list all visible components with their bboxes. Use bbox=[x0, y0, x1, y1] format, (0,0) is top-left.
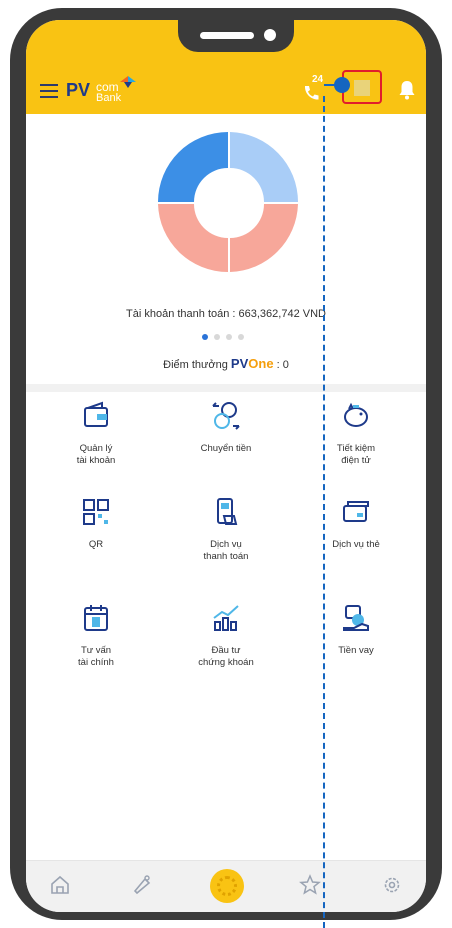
promotion-icon[interactable] bbox=[130, 873, 154, 897]
wallet-icon bbox=[84, 401, 108, 427]
donut-segment-bottom-left bbox=[158, 204, 228, 272]
loan-icon bbox=[343, 605, 369, 631]
favorite-icon[interactable] bbox=[298, 873, 322, 897]
service-qr[interactable]: QR bbox=[36, 496, 156, 551]
qr-code-icon bbox=[83, 499, 109, 525]
phone-notch bbox=[178, 20, 294, 52]
money-transfer-icon bbox=[212, 402, 240, 430]
service-card[interactable]: Dịch vụ thẻ bbox=[296, 496, 416, 551]
menu-icon[interactable] bbox=[40, 84, 58, 98]
notification-bell-icon[interactable] bbox=[398, 80, 416, 100]
payment-service-icon bbox=[217, 498, 238, 525]
piggy-bank-icon bbox=[344, 402, 368, 427]
app-screen: PV com Bank 24 Tài khoản thanh toán: 66… bbox=[26, 20, 426, 912]
card-icon bbox=[343, 501, 369, 522]
balance-donut-chart bbox=[158, 132, 298, 272]
donut-segment-top-right bbox=[230, 132, 298, 202]
phone-icon bbox=[304, 86, 319, 100]
service-money-transfer[interactable]: Chuyển tiền bbox=[166, 400, 286, 455]
center-action-icon[interactable] bbox=[210, 869, 244, 903]
carousel-dots[interactable] bbox=[202, 334, 244, 340]
section-divider bbox=[26, 384, 426, 392]
annotation-guide-line bbox=[323, 96, 325, 928]
calendar-money-icon bbox=[84, 605, 108, 631]
account-balance: Tài khoản thanh toán : 663,362,742 VND bbox=[126, 308, 326, 320]
settings-icon[interactable] bbox=[380, 873, 404, 897]
service-stock-investment[interactable]: Đầu tư chứng khoán bbox=[166, 602, 286, 669]
logo-mark-icon bbox=[120, 76, 136, 88]
service-financial-advice[interactable]: Tư vấn tài chính bbox=[36, 602, 156, 669]
hotline-button[interactable]: 24 bbox=[302, 74, 332, 102]
donut-segment-top-left bbox=[158, 132, 228, 202]
home-icon[interactable] bbox=[48, 873, 72, 897]
annotation-marker bbox=[334, 77, 350, 93]
service-payment[interactable]: Dịch vụ thanh toán bbox=[166, 496, 286, 563]
bottom-navigation bbox=[26, 860, 426, 912]
reward-points[interactable]: Điểm thưởng PVOne : 0 bbox=[26, 356, 426, 371]
investment-chart-icon bbox=[213, 605, 239, 631]
donut-segment-bottom-right bbox=[230, 204, 298, 272]
service-e-savings[interactable]: Tiết kiệm điện tử bbox=[296, 400, 416, 467]
qr-scan-icon bbox=[354, 80, 370, 96]
service-account-management[interactable]: Quản lý tài khoản bbox=[36, 400, 156, 467]
service-loan[interactable]: Tiền vay bbox=[296, 602, 416, 657]
